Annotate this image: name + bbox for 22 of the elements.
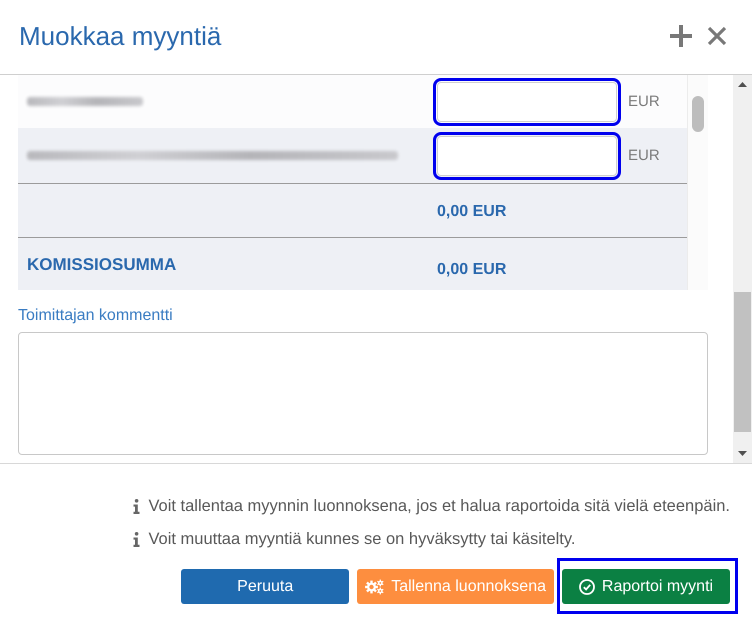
total-amount: 0,00 EUR — [437, 261, 506, 279]
submit-button[interactable]: Raportoi myynti — [562, 569, 730, 604]
field-label: Toimittajan kommentti — [18, 306, 173, 326]
check-circle-icon — [578, 578, 595, 594]
comment-field[interactable] — [18, 332, 708, 455]
caret-up-icon[interactable] — [738, 82, 747, 87]
gears-icon — [365, 578, 384, 594]
info-text: Voit tallentaa myynnin luonnoksena, jos et halua raportoida sitä vielä eteenpäin. — [148, 497, 730, 516]
unit-label: EUR — [628, 93, 660, 110]
plus-icon[interactable] — [670, 25, 692, 47]
cancel-button[interactable]: Peruuta — [181, 569, 350, 604]
total-label: KOMISSIOSUMMA — [27, 255, 176, 274]
unit-label: EUR — [628, 147, 660, 164]
caret-down-icon[interactable] — [738, 451, 747, 456]
close-icon[interactable] — [707, 26, 727, 46]
info-icon — [133, 499, 140, 514]
total-amount: 0,00 EUR — [437, 203, 506, 221]
info-text: Voit muuttaa myyntiä kunnes se on hyväksytty tai käsitelty. — [148, 530, 576, 549]
dialog-title: Muokkaa myyntiä — [19, 20, 222, 52]
info-icon — [133, 532, 140, 547]
scrollbar-thumb[interactable] — [734, 292, 751, 432]
scrollbar-thumb[interactable] — [692, 96, 704, 132]
